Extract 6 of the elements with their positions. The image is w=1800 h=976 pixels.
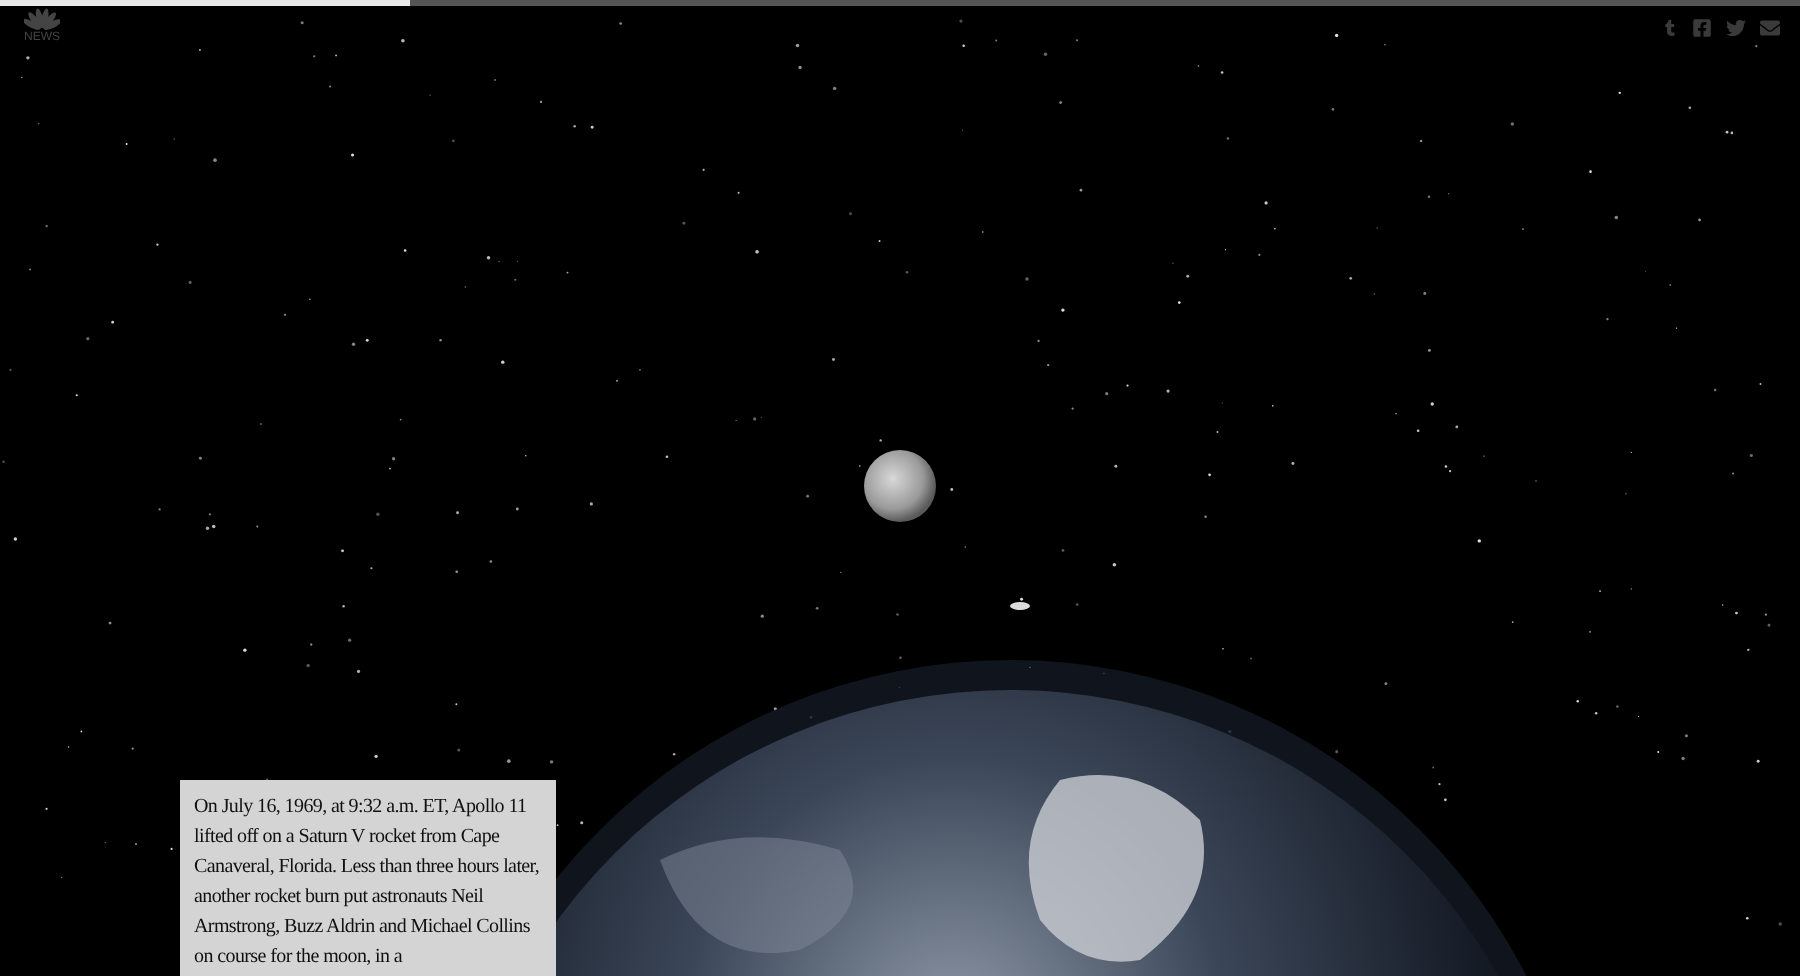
mail-icon[interactable] [1760,18,1780,38]
facebook-icon[interactable] [1692,18,1712,38]
peacock-icon [24,8,60,32]
letter-t-icon[interactable] [1662,20,1678,36]
caption-text: On July 16, 1969, at 9:32 a.m. ET, Apollo 11 lifted off on a Saturn V rocket from Cape Canaveral, Florida. Less than three hours later, another rocket burn put astronauts Neil Armstrong, Buzz Aldrin and Michael Collins on course for the moon, in a [194,794,542,972]
bird-icon[interactable] [1726,18,1746,38]
